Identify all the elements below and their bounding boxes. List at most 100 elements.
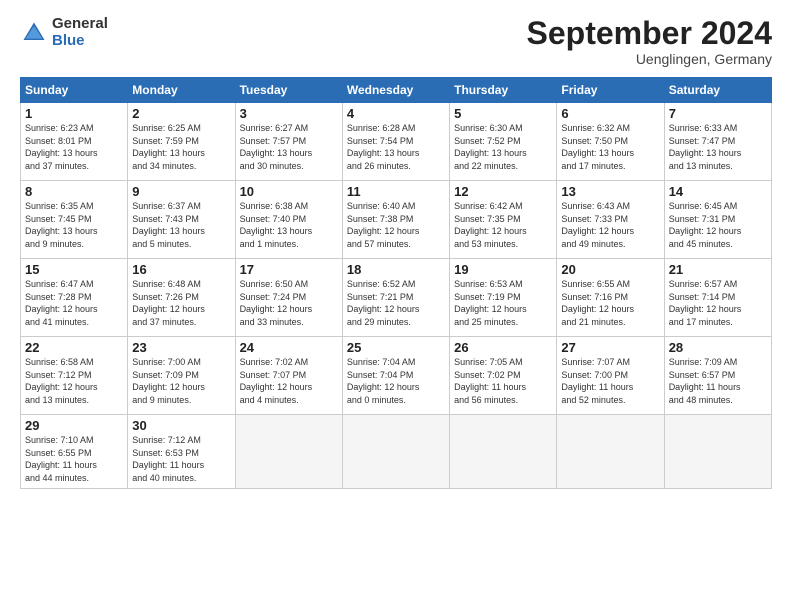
table-row: 25 Sunrise: 7:04 AMSunset: 7:04 PMDaylig… [342, 337, 449, 415]
table-row: 3 Sunrise: 6:27 AMSunset: 7:57 PMDayligh… [235, 103, 342, 181]
day-info: Sunrise: 6:27 AMSunset: 7:57 PMDaylight:… [240, 123, 313, 171]
location-subtitle: Uenglingen, Germany [527, 51, 772, 67]
table-row: 10 Sunrise: 6:38 AMSunset: 7:40 PMDaylig… [235, 181, 342, 259]
day-info: Sunrise: 6:40 AMSunset: 7:38 PMDaylight:… [347, 201, 420, 249]
table-row: 1 Sunrise: 6:23 AMSunset: 8:01 PMDayligh… [21, 103, 128, 181]
calendar: Sunday Monday Tuesday Wednesday Thursday… [20, 77, 772, 488]
col-thursday: Thursday [450, 78, 557, 103]
day-number: 29 [25, 418, 123, 433]
day-number: 17 [240, 262, 338, 277]
table-row: 6 Sunrise: 6:32 AMSunset: 7:50 PMDayligh… [557, 103, 664, 181]
day-number: 15 [25, 262, 123, 277]
day-info: Sunrise: 6:28 AMSunset: 7:54 PMDaylight:… [347, 123, 420, 171]
day-number: 21 [669, 262, 767, 277]
table-row: 5 Sunrise: 6:30 AMSunset: 7:52 PMDayligh… [450, 103, 557, 181]
day-number: 2 [132, 106, 230, 121]
day-info: Sunrise: 7:02 AMSunset: 7:07 PMDaylight:… [240, 357, 313, 405]
table-row: 26 Sunrise: 7:05 AMSunset: 7:02 PMDaylig… [450, 337, 557, 415]
day-number: 16 [132, 262, 230, 277]
day-info: Sunrise: 6:43 AMSunset: 7:33 PMDaylight:… [561, 201, 634, 249]
table-row: 20 Sunrise: 6:55 AMSunset: 7:16 PMDaylig… [557, 259, 664, 337]
table-row: 21 Sunrise: 6:57 AMSunset: 7:14 PMDaylig… [664, 259, 771, 337]
table-row [450, 415, 557, 488]
weekday-header-row: Sunday Monday Tuesday Wednesday Thursday… [21, 78, 772, 103]
day-info: Sunrise: 6:30 AMSunset: 7:52 PMDaylight:… [454, 123, 527, 171]
table-row: 11 Sunrise: 6:40 AMSunset: 7:38 PMDaylig… [342, 181, 449, 259]
day-number: 4 [347, 106, 445, 121]
col-sunday: Sunday [21, 78, 128, 103]
logo-text: General Blue [52, 16, 108, 49]
day-info: Sunrise: 6:37 AMSunset: 7:43 PMDaylight:… [132, 201, 205, 249]
day-info: Sunrise: 7:00 AMSunset: 7:09 PMDaylight:… [132, 357, 205, 405]
day-info: Sunrise: 6:48 AMSunset: 7:26 PMDaylight:… [132, 279, 205, 327]
table-row: 23 Sunrise: 7:00 AMSunset: 7:09 PMDaylig… [128, 337, 235, 415]
day-number: 14 [669, 184, 767, 199]
day-info: Sunrise: 6:32 AMSunset: 7:50 PMDaylight:… [561, 123, 634, 171]
day-info: Sunrise: 6:33 AMSunset: 7:47 PMDaylight:… [669, 123, 742, 171]
day-info: Sunrise: 6:42 AMSunset: 7:35 PMDaylight:… [454, 201, 527, 249]
col-friday: Friday [557, 78, 664, 103]
day-info: Sunrise: 6:38 AMSunset: 7:40 PMDaylight:… [240, 201, 313, 249]
table-row [342, 415, 449, 488]
table-row: 12 Sunrise: 6:42 AMSunset: 7:35 PMDaylig… [450, 181, 557, 259]
day-number: 25 [347, 340, 445, 355]
day-info: Sunrise: 6:53 AMSunset: 7:19 PMDaylight:… [454, 279, 527, 327]
table-row [557, 415, 664, 488]
table-row: 29 Sunrise: 7:10 AMSunset: 6:55 PMDaylig… [21, 415, 128, 488]
logo-general: General [52, 16, 108, 33]
day-number: 11 [347, 184, 445, 199]
day-info: Sunrise: 7:10 AMSunset: 6:55 PMDaylight:… [25, 435, 97, 483]
day-number: 28 [669, 340, 767, 355]
day-number: 27 [561, 340, 659, 355]
day-number: 22 [25, 340, 123, 355]
table-row [235, 415, 342, 488]
day-info: Sunrise: 6:55 AMSunset: 7:16 PMDaylight:… [561, 279, 634, 327]
day-number: 23 [132, 340, 230, 355]
day-info: Sunrise: 6:52 AMSunset: 7:21 PMDaylight:… [347, 279, 420, 327]
table-row: 16 Sunrise: 6:48 AMSunset: 7:26 PMDaylig… [128, 259, 235, 337]
table-row: 24 Sunrise: 7:02 AMSunset: 7:07 PMDaylig… [235, 337, 342, 415]
page: General Blue September 2024 Uenglingen, … [0, 0, 792, 612]
table-row: 13 Sunrise: 6:43 AMSunset: 7:33 PMDaylig… [557, 181, 664, 259]
col-saturday: Saturday [664, 78, 771, 103]
day-info: Sunrise: 6:50 AMSunset: 7:24 PMDaylight:… [240, 279, 313, 327]
logo: General Blue [20, 16, 108, 49]
table-row: 18 Sunrise: 6:52 AMSunset: 7:21 PMDaylig… [342, 259, 449, 337]
day-number: 13 [561, 184, 659, 199]
day-number: 8 [25, 184, 123, 199]
table-row: 19 Sunrise: 6:53 AMSunset: 7:19 PMDaylig… [450, 259, 557, 337]
day-info: Sunrise: 7:09 AMSunset: 6:57 PMDaylight:… [669, 357, 741, 405]
day-number: 6 [561, 106, 659, 121]
table-row: 27 Sunrise: 7:07 AMSunset: 7:00 PMDaylig… [557, 337, 664, 415]
day-info: Sunrise: 6:25 AMSunset: 7:59 PMDaylight:… [132, 123, 205, 171]
day-number: 19 [454, 262, 552, 277]
day-number: 3 [240, 106, 338, 121]
day-info: Sunrise: 6:58 AMSunset: 7:12 PMDaylight:… [25, 357, 98, 405]
day-number: 7 [669, 106, 767, 121]
table-row: 22 Sunrise: 6:58 AMSunset: 7:12 PMDaylig… [21, 337, 128, 415]
day-info: Sunrise: 7:05 AMSunset: 7:02 PMDaylight:… [454, 357, 526, 405]
day-info: Sunrise: 6:45 AMSunset: 7:31 PMDaylight:… [669, 201, 742, 249]
col-monday: Monday [128, 78, 235, 103]
day-number: 1 [25, 106, 123, 121]
day-info: Sunrise: 6:23 AMSunset: 8:01 PMDaylight:… [25, 123, 98, 171]
day-number: 20 [561, 262, 659, 277]
logo-icon [20, 19, 48, 47]
day-number: 30 [132, 418, 230, 433]
day-info: Sunrise: 7:04 AMSunset: 7:04 PMDaylight:… [347, 357, 420, 405]
day-info: Sunrise: 7:12 AMSunset: 6:53 PMDaylight:… [132, 435, 204, 483]
col-tuesday: Tuesday [235, 78, 342, 103]
logo-blue: Blue [52, 33, 108, 50]
day-info: Sunrise: 6:35 AMSunset: 7:45 PMDaylight:… [25, 201, 98, 249]
table-row: 14 Sunrise: 6:45 AMSunset: 7:31 PMDaylig… [664, 181, 771, 259]
day-number: 12 [454, 184, 552, 199]
day-number: 9 [132, 184, 230, 199]
header: General Blue September 2024 Uenglingen, … [20, 16, 772, 67]
day-info: Sunrise: 7:07 AMSunset: 7:00 PMDaylight:… [561, 357, 633, 405]
title-block: September 2024 Uenglingen, Germany [527, 16, 772, 67]
day-number: 26 [454, 340, 552, 355]
day-info: Sunrise: 6:57 AMSunset: 7:14 PMDaylight:… [669, 279, 742, 327]
col-wednesday: Wednesday [342, 78, 449, 103]
table-row: 28 Sunrise: 7:09 AMSunset: 6:57 PMDaylig… [664, 337, 771, 415]
day-number: 10 [240, 184, 338, 199]
